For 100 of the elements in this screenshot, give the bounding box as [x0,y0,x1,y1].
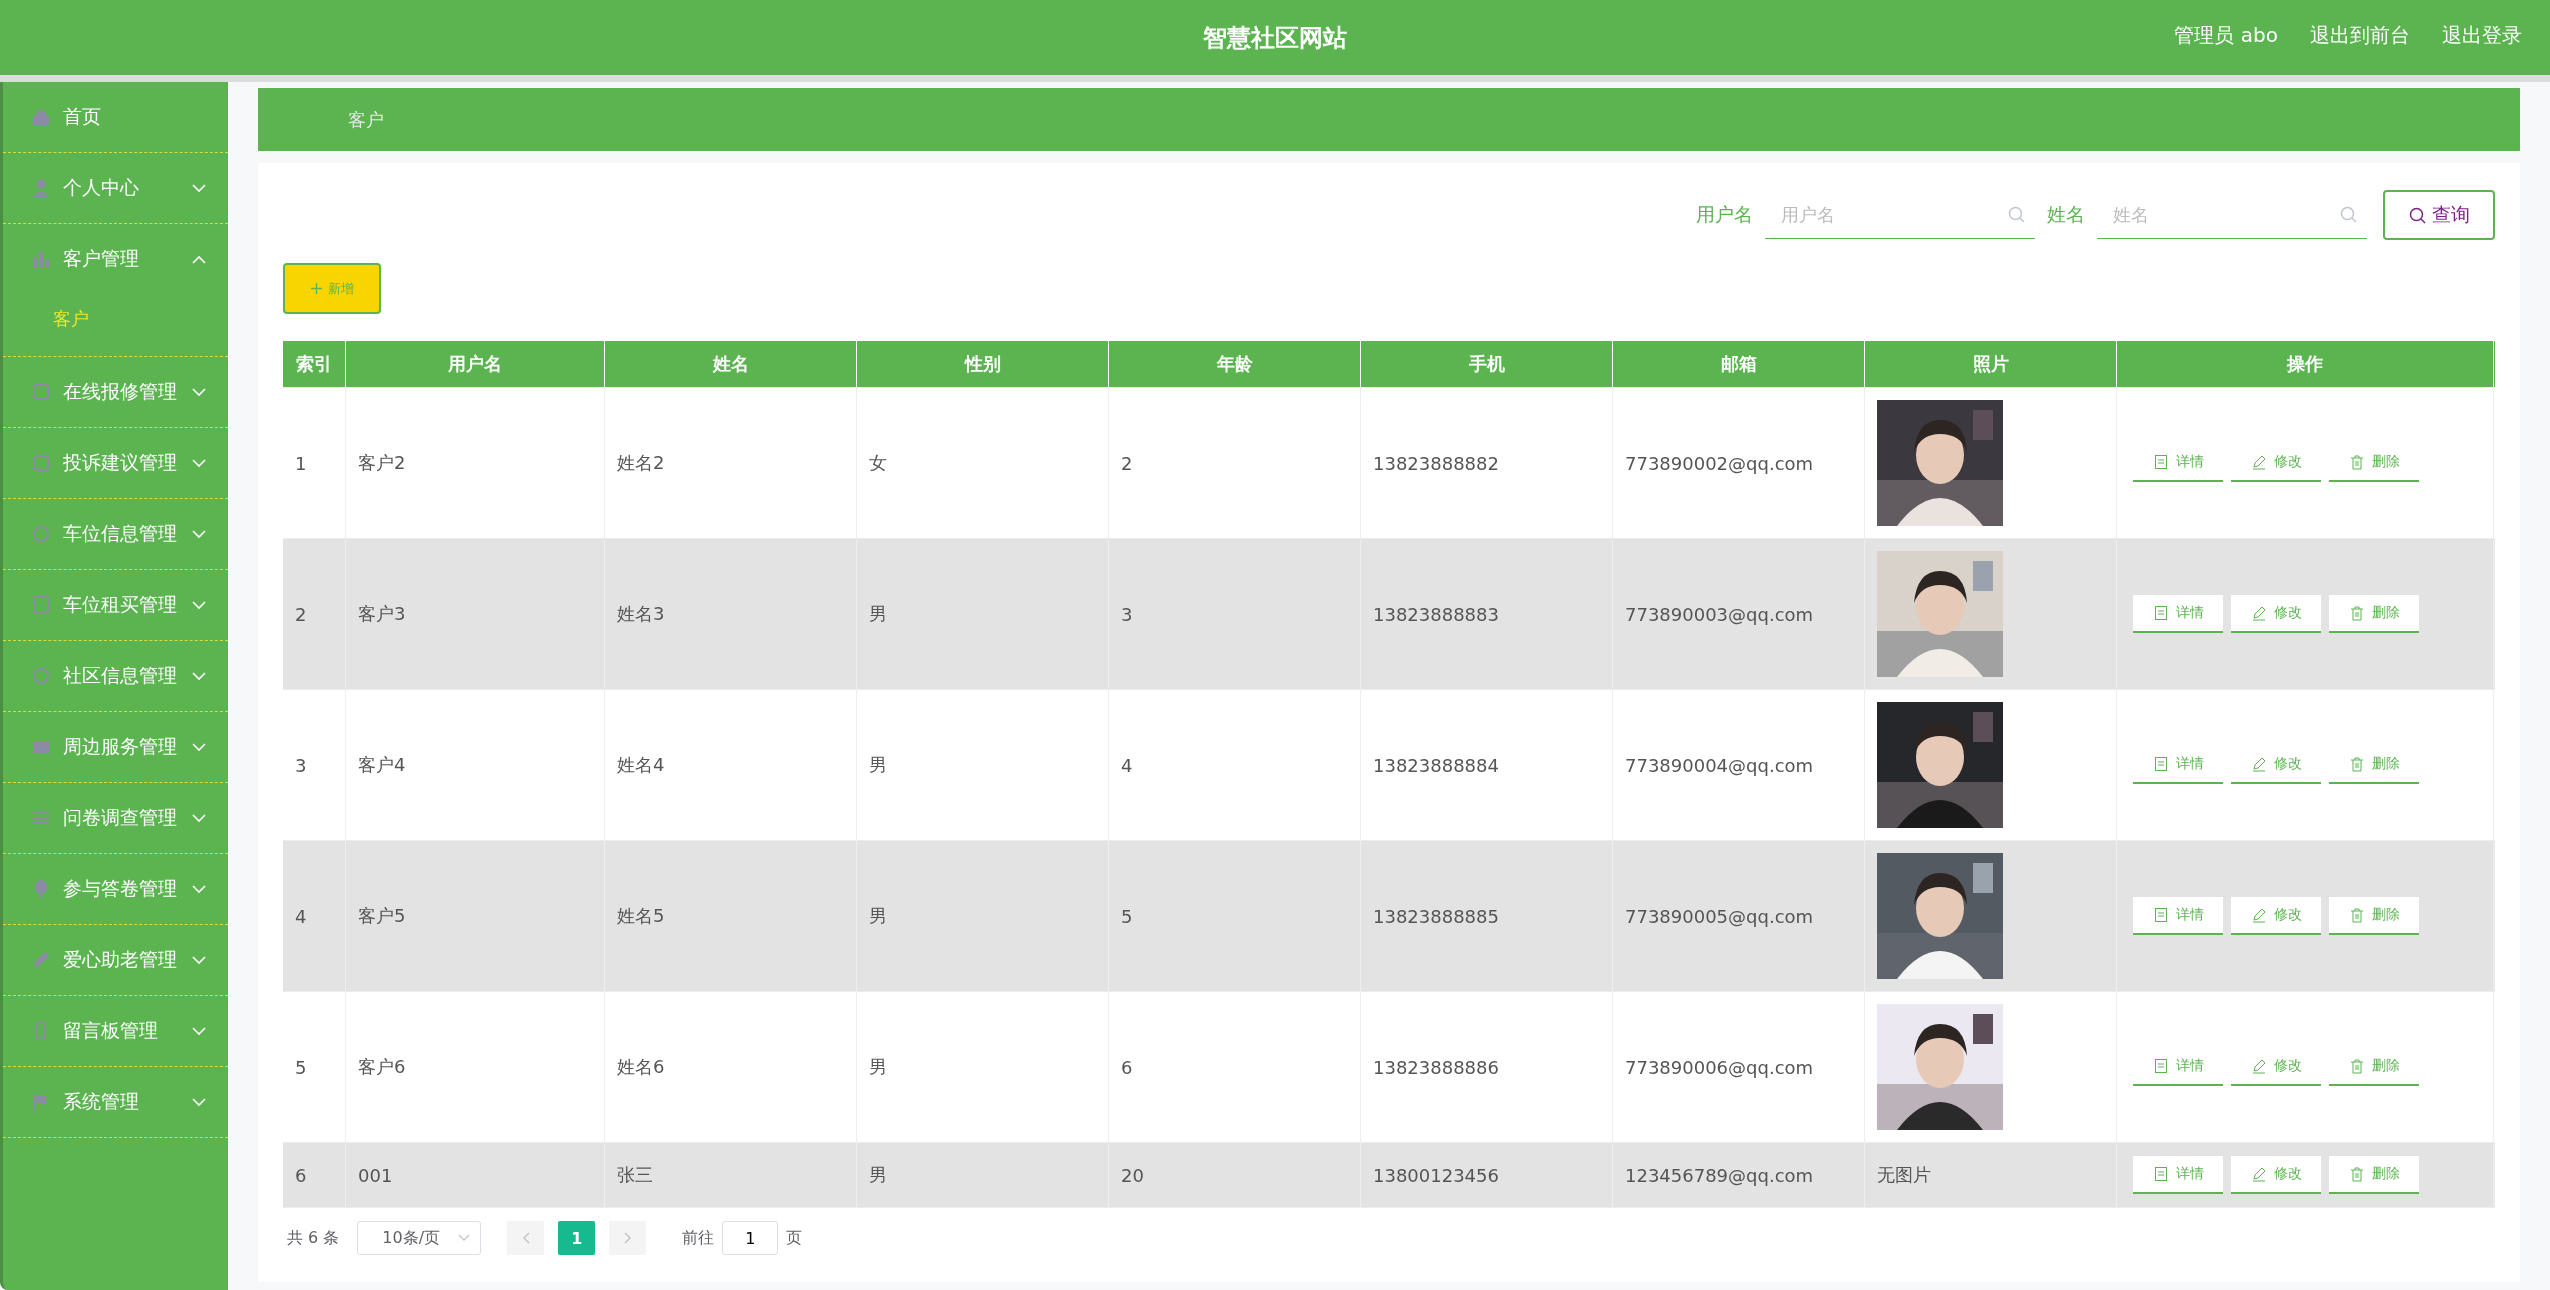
menu-item[interactable]: 车位租买管理 [3,570,228,640]
menu-item[interactable]: 系统管理 [3,1067,228,1137]
table-cell: 13823888882 [1373,452,1499,474]
breadcrumb-item[interactable]: 客户 [348,107,384,132]
row-action-button[interactable]: 删除 [2329,1156,2419,1194]
table-cell: 姓名6 [617,1055,665,1079]
user-icon [31,178,51,198]
menu-item[interactable]: 问卷调查管理 [3,783,228,853]
table-cell: 773890003@qq.com [1625,603,1814,625]
table-cell: 773890002@qq.com [1625,452,1814,474]
table-cell: 13823888883 [1373,603,1499,625]
home-icon [31,107,51,127]
circle-icon [31,666,51,686]
row-action-button[interactable]: 修改 [2231,1156,2321,1194]
table-cell: 13823888884 [1373,754,1499,776]
row-action-button[interactable]: 删除 [2329,897,2419,935]
menu-item[interactable]: 个人中心 [3,153,228,223]
menu-item[interactable]: 社区信息管理 [3,641,228,711]
menu-item[interactable]: 留言板管理 [3,996,228,1066]
menu-item[interactable]: 投诉建议管理 [3,428,228,498]
row-action-button[interactable]: 详情 [2133,595,2223,633]
chevron-down-icon [192,529,206,539]
chevron-down-icon [192,742,206,752]
document-icon [2152,454,2169,470]
table-cell: 3 [1121,603,1133,625]
table-cell: 123456789@qq.com [1625,1164,1814,1186]
menu-item[interactable]: 参与答卷管理 [3,854,228,924]
trash-icon [2348,907,2365,923]
table-cell: 773890005@qq.com [1625,905,1814,927]
menu-item[interactable]: 客户管理 [3,224,228,294]
table-cell: 姓名3 [617,602,665,626]
pencil-icon [2250,907,2267,923]
trash-icon [2348,756,2365,772]
add-button[interactable]: 新增 [283,263,381,314]
column-header: 姓名 [605,341,857,387]
page-number-field[interactable]: 1 [722,1221,779,1255]
trash-icon [2348,454,2365,470]
trash-icon [2348,605,2365,621]
row-action-button[interactable]: 详情 [2133,1156,2223,1194]
column-header: 操作 [2117,341,2494,387]
search-icon [2008,206,2025,223]
header-link[interactable]: 退出到前台 [2310,22,2410,49]
table-cell: 客户4 [358,753,406,777]
page-number-button[interactable]: 1 [558,1221,596,1255]
table-cell: 男 [869,602,887,626]
document-icon [2152,756,2169,772]
chevron-down-icon [192,387,206,397]
document-icon [2152,907,2169,923]
search-icon [2340,206,2357,223]
menu-item[interactable]: 车位信息管理 [3,499,228,569]
filter-label: 用户名 [1696,202,1753,227]
search-field[interactable]: 用户名 [1779,203,2008,226]
document-icon [2152,1166,2169,1182]
site-title: 智慧社区网站 [1203,22,1347,54]
chevron-down-icon [192,671,206,681]
table-cell: 姓名2 [617,451,665,475]
column-header: 邮箱 [1613,341,1865,387]
chevron-down-icon [192,884,206,894]
row-action-button[interactable]: 删除 [2329,595,2419,633]
table-cell: 无图片 [1877,1163,1931,1187]
table-cell: 男 [869,904,887,928]
document-icon [2152,605,2169,621]
chevron-down-icon [192,1026,206,1036]
chevron-down-icon [192,813,206,823]
table-cell: 13823888886 [1373,1056,1499,1078]
square-icon [31,453,51,473]
chevron-down-icon [458,1234,471,1242]
chevron-down-icon [192,183,206,193]
chevron-left-icon [521,1232,530,1244]
table-cell: 773890006@qq.com [1625,1056,1814,1078]
chevron-down-icon [192,1097,206,1107]
table-cell: 5 [1121,905,1133,927]
row-action-button[interactable]: 详情 [2133,897,2223,935]
table-cell: 姓名5 [617,904,665,928]
column-header: 用户名 [346,341,605,387]
query-button[interactable]: 查询 [2383,190,2495,240]
bar-chart-icon [31,249,51,269]
table-cell: 13800123456 [1373,1164,1499,1186]
table-cell: 6 [1121,1056,1133,1078]
table-cell: 20 [1121,1164,1144,1186]
table-cell: 13823888885 [1373,905,1499,927]
menu-item[interactable]: 爱心助老管理 [3,925,228,995]
column-header: 照片 [1865,341,2117,387]
submenu-item[interactable]: 客户 [3,294,228,356]
header-link[interactable]: 退出登录 [2442,22,2522,49]
column-header: 手机 [1361,341,1613,387]
menu-item[interactable]: 周边服务管理 [3,712,228,782]
table-cell: 男 [869,1055,887,1079]
search-field[interactable]: 姓名 [2111,203,2340,226]
row-action-button[interactable]: 修改 [2231,897,2321,935]
column-header: 索引 [283,341,346,387]
table-cell: 3 [295,754,307,776]
menu-item[interactable]: 在线报修管理 [3,357,228,427]
previous-page-button[interactable] [507,1221,545,1255]
page-size-select[interactable]: 10条/页 [357,1221,482,1255]
menu-item[interactable]: 首页 [3,82,228,152]
row-action-button[interactable]: 修改 [2231,595,2321,633]
chevron-down-icon [192,458,206,468]
next-page-button[interactable] [609,1221,647,1255]
column-header: 年龄 [1109,341,1361,387]
